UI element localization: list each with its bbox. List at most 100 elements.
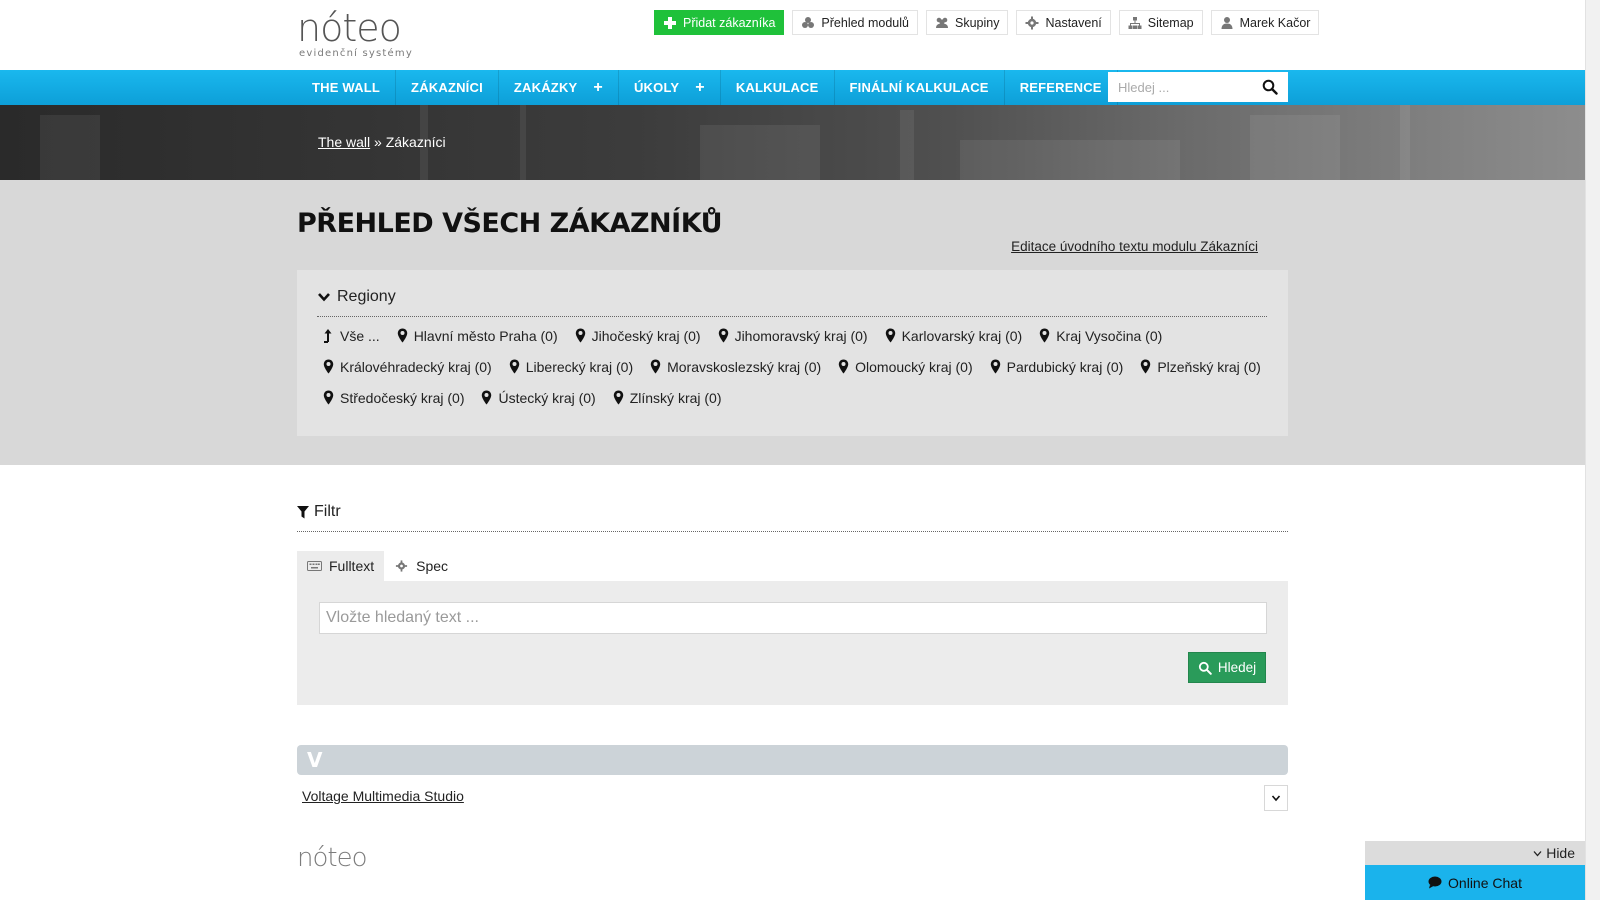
region-label: Liberecký kraj (0) xyxy=(525,358,634,375)
page-header-section: PŘEHLED VŠECH ZÁKAZNÍKŮ Editace úvodního… xyxy=(0,180,1585,465)
region-label: Karlovarský kraj (0) xyxy=(901,327,1023,344)
breadcrumb-current: Zákazníci xyxy=(385,134,446,150)
gear-icon xyxy=(396,560,408,572)
add-order-plus[interactable]: + xyxy=(593,79,603,97)
list-item: Voltage Multimedia Studio xyxy=(297,783,1288,813)
chat-hide-button[interactable]: Hide xyxy=(1365,841,1585,865)
region-label: Plzeňský kraj (0) xyxy=(1157,358,1261,375)
letter-group-header: V xyxy=(297,745,1288,775)
region-item[interactable]: Jihočeský kraj (0) xyxy=(575,325,701,346)
region-item[interactable]: Pardubický kraj (0) xyxy=(990,356,1124,377)
region-item[interactable]: Ústecký kraj (0) xyxy=(481,387,596,408)
region-item[interactable]: Karlovarský kraj (0) xyxy=(885,325,1023,346)
online-chat-label: Online Chat xyxy=(1448,874,1522,891)
region-item[interactable]: Moravskoslezský kraj (0) xyxy=(650,356,821,377)
region-label: Hlavní město Praha (0) xyxy=(413,327,558,344)
region-label: Středočeský kraj (0) xyxy=(340,389,465,406)
tab-fulltext[interactable]: Fulltext xyxy=(297,551,385,581)
map-marker-icon xyxy=(613,390,623,405)
nav-item-final-calculations[interactable]: FINÁLNÍ KALKULACE xyxy=(835,70,1005,105)
fulltext-search-input[interactable] xyxy=(319,602,1267,634)
sitemap-icon xyxy=(1128,16,1142,29)
user-name-label: Marek Kačor xyxy=(1239,15,1311,30)
nav-item-label: ZÁKAZNÍCI xyxy=(411,80,483,95)
row-expand-button[interactable] xyxy=(1264,785,1288,811)
region-item[interactable]: Liberecký kraj (0) xyxy=(509,356,633,377)
chevron-down-icon xyxy=(1271,795,1281,802)
sitemap-label: Sitemap xyxy=(1147,15,1194,30)
nav-item-reference[interactable]: REFERENCE xyxy=(1005,70,1118,105)
nav-item-label: REFERENCE xyxy=(1019,80,1102,95)
edit-intro-link[interactable]: Editace úvodního textu modulu Zákazníci xyxy=(1011,239,1258,254)
map-marker-icon xyxy=(838,359,849,374)
breadcrumb-home-link[interactable]: The wall xyxy=(318,134,370,150)
filter-heading: Filtr xyxy=(314,503,341,520)
search-button[interactable]: Hledej xyxy=(1188,652,1266,683)
map-marker-icon xyxy=(482,390,492,405)
nav-item-customers[interactable]: ZÁKAZNÍCI xyxy=(396,70,499,105)
logo-text: nóteo xyxy=(297,6,402,50)
chat-hide-label: Hide xyxy=(1546,845,1575,861)
map-marker-icon xyxy=(990,359,1000,374)
nav-item-tasks[interactable]: ÚKOLY + xyxy=(619,70,721,105)
map-marker-icon xyxy=(1039,328,1050,343)
tab-spec-label: Spec xyxy=(416,558,449,574)
online-chat-button[interactable]: Online Chat xyxy=(1365,865,1585,900)
customer-link[interactable]: Voltage Multimedia Studio xyxy=(302,788,464,804)
map-marker-icon xyxy=(509,359,519,374)
add-task-plus[interactable]: + xyxy=(695,79,705,97)
region-item[interactable]: Královéhradecký kraj (0) xyxy=(323,356,492,377)
regions-heading: Regiony xyxy=(337,288,396,305)
add-customer-label: Přidat zákazníka xyxy=(683,15,776,30)
search-icon[interactable] xyxy=(1262,79,1278,95)
filter-tabs: Fulltext Spec xyxy=(297,551,458,581)
nav-item-the-wall[interactable]: THE WALL xyxy=(297,70,397,105)
nav-item-orders[interactable]: ZAKÁZKY + xyxy=(499,70,619,105)
settings-button[interactable]: Nastavení xyxy=(1016,10,1111,35)
search-icon xyxy=(1198,661,1212,675)
footer-logo[interactable]: nóteo xyxy=(297,843,367,873)
region-all[interactable]: Vše ... xyxy=(323,325,380,346)
map-marker-icon xyxy=(575,328,585,343)
region-label: Jihomoravský kraj (0) xyxy=(734,327,868,344)
settings-label: Nastavení xyxy=(1045,15,1102,30)
regions-toggle[interactable]: Regiony xyxy=(317,288,396,306)
user-profile-button[interactable]: Marek Kačor xyxy=(1210,10,1320,35)
tab-spec[interactable]: Spec xyxy=(384,551,458,581)
chat-widget: Hide Online Chat xyxy=(1365,841,1585,900)
region-label: Zlínský kraj (0) xyxy=(629,389,722,406)
map-marker-icon xyxy=(885,328,895,343)
search-button-label: Hledej xyxy=(1217,660,1257,675)
map-marker-icon xyxy=(323,359,334,374)
sitemap-button[interactable]: Sitemap xyxy=(1118,10,1203,35)
regions-divider xyxy=(317,316,1267,317)
region-label: Kraj Vysočina (0) xyxy=(1056,327,1163,344)
region-label: Moravskoslezský kraj (0) xyxy=(667,358,822,375)
add-customer-button[interactable]: Přidat zákazníka xyxy=(654,10,785,35)
groups-button[interactable]: Skupiny xyxy=(925,10,1009,35)
noteo-logo[interactable]: nóteo evidenční systémy xyxy=(297,8,437,62)
regions-list: Vše ... Hlavní město Praha (0) Jihočeský… xyxy=(323,325,1273,408)
nav-item-label: ZAKÁZKY xyxy=(513,80,578,95)
nav-search xyxy=(1108,72,1288,102)
region-item[interactable]: Zlínský kraj (0) xyxy=(613,387,722,408)
region-item[interactable]: Olomoucký kraj (0) xyxy=(838,356,973,377)
nav-item-label: THE WALL xyxy=(312,80,381,95)
nav-search-input[interactable] xyxy=(1108,73,1258,101)
nav-item-calculations[interactable]: KALKULACE xyxy=(721,70,835,105)
filter-toggle[interactable]: Filtr xyxy=(297,503,341,521)
chat-bubble-icon xyxy=(1428,876,1442,889)
region-item[interactable]: Jihomoravský kraj (0) xyxy=(718,325,868,346)
modules-overview-button[interactable]: Přehled modulů xyxy=(792,10,918,35)
region-label: Pardubický kraj (0) xyxy=(1006,358,1124,375)
header: nóteo evidenční systémy Přidat zákazníka… xyxy=(0,0,1585,70)
modules-icon xyxy=(802,16,815,28)
region-label: Olomoucký kraj (0) xyxy=(855,358,973,375)
modules-overview-label: Přehled modulů xyxy=(821,15,909,30)
page-scrollbar[interactable] xyxy=(1585,0,1600,900)
region-item[interactable]: Plzeňský kraj (0) xyxy=(1140,356,1261,377)
filter-divider xyxy=(297,531,1288,532)
region-item[interactable]: Hlavní město Praha (0) xyxy=(397,325,558,346)
region-item[interactable]: Středočeský kraj (0) xyxy=(323,387,464,408)
region-item[interactable]: Kraj Vysočina (0) xyxy=(1039,325,1162,346)
